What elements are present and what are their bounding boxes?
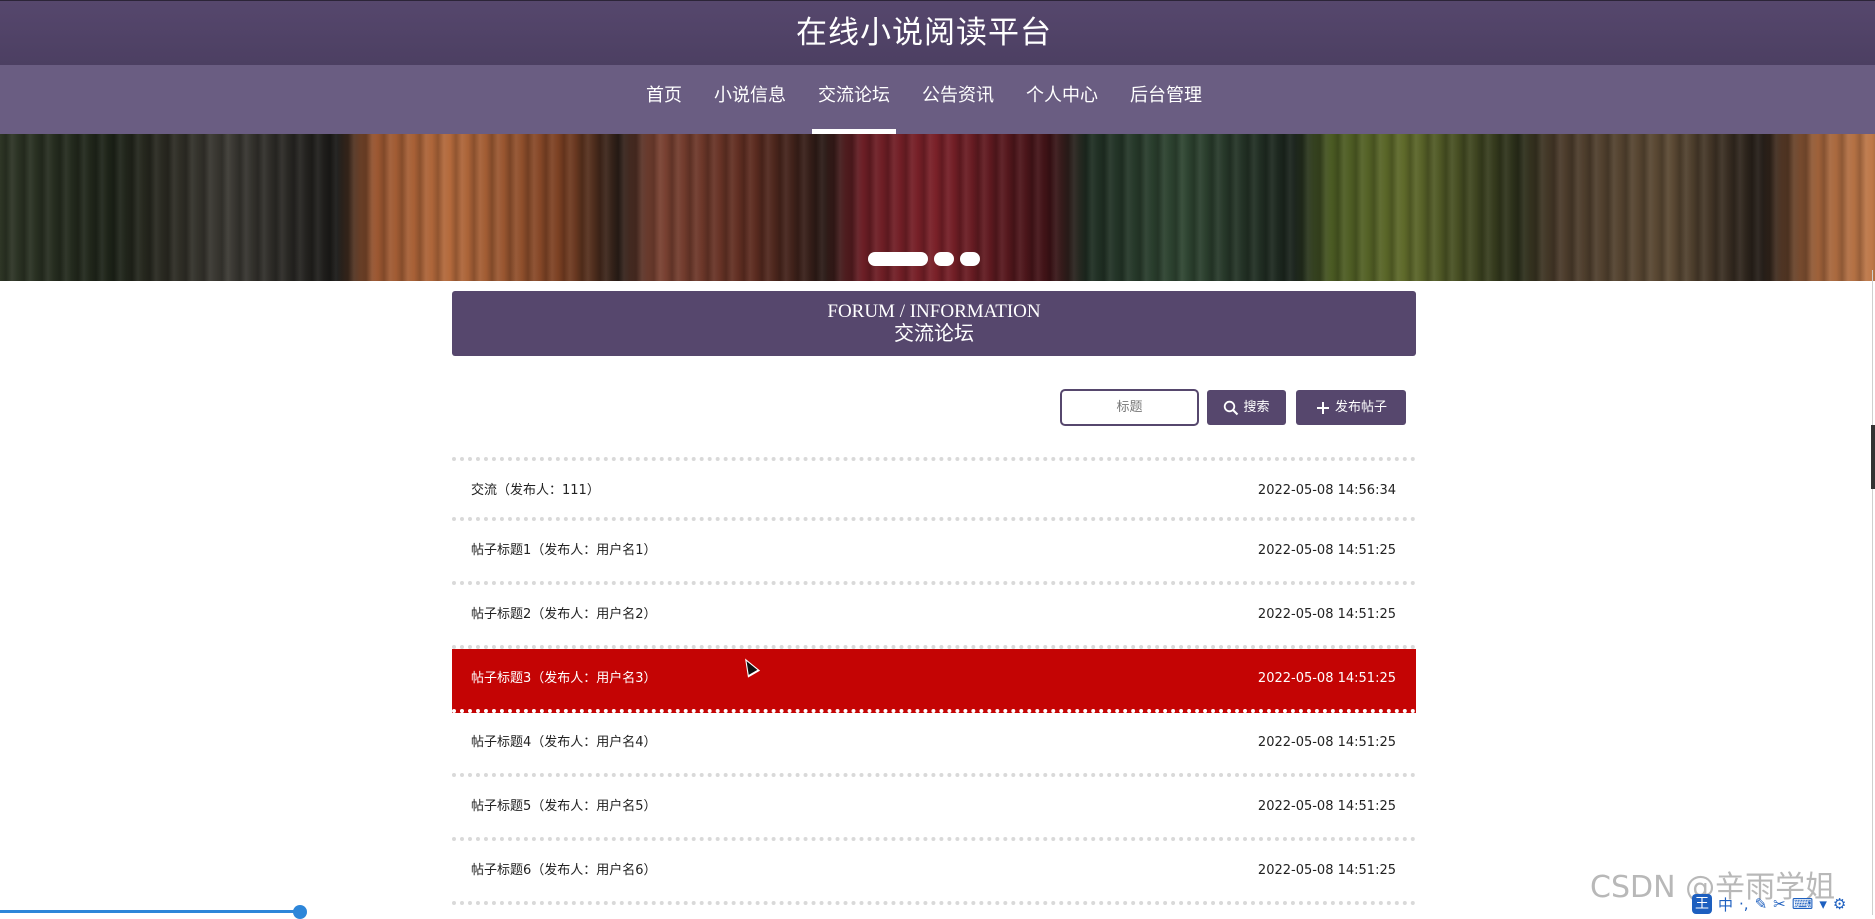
search-button[interactable]: 搜索 <box>1207 390 1286 425</box>
new-post-button-label: 发布帖子 <box>1334 400 1387 415</box>
search-input[interactable] <box>1060 389 1199 426</box>
search-icon <box>1224 400 1239 415</box>
carousel-dot[interactable] <box>934 252 954 266</box>
post-row[interactable]: 交流（发布人：111） 2022-05-08 14:56:34 <box>452 457 1416 521</box>
post-time: 2022-05-08 14:51:25 <box>1257 735 1396 750</box>
carousel-indicators <box>0 252 1848 266</box>
banner-carousel <box>0 134 1875 281</box>
carousel-dot[interactable] <box>868 252 928 266</box>
post-title: 帖子标题3（发布人：用户名3） <box>471 671 657 686</box>
page-progress-bar <box>0 910 300 913</box>
post-title: 帖子标题1（发布人：用户名1） <box>471 543 657 558</box>
nav-item-profile[interactable]: 个人中心 <box>1010 65 1114 134</box>
ime-pen-icon[interactable]: ✎ <box>1755 895 1768 913</box>
carousel-dot[interactable] <box>960 252 980 266</box>
ime-shirt-icon[interactable]: ▾ <box>1819 895 1827 913</box>
post-row[interactable]: 帖子标题5（发布人：用户名5） 2022-05-08 14:51:25 <box>452 777 1416 841</box>
post-title: 帖子标题2（发布人：用户名2） <box>471 607 657 622</box>
plus-icon <box>1316 401 1329 414</box>
post-time: 2022-05-08 14:56:34 <box>1257 483 1396 498</box>
post-row[interactable]: 帖子标题2（发布人：用户名2） 2022-05-08 14:51:25 <box>452 585 1416 649</box>
scrollbar-track[interactable] <box>1872 270 1873 915</box>
post-time: 2022-05-08 14:51:25 <box>1257 863 1396 878</box>
post-row[interactable]: 帖子标题6（发布人：用户名6） 2022-05-08 14:51:25 <box>452 841 1416 905</box>
post-time: 2022-05-08 14:51:25 <box>1257 799 1396 814</box>
section-title-cn: 交流论坛 <box>894 323 974 345</box>
new-post-button[interactable]: 发布帖子 <box>1296 390 1406 425</box>
ime-mode-indicator[interactable]: 中 <box>1718 894 1733 915</box>
section-title-en: FORUM / INFORMATION <box>827 301 1041 322</box>
main-nav: 首页 小说信息 交流论坛 公告资讯 个人中心 后台管理 <box>0 65 1875 134</box>
post-row[interactable]: 帖子标题1（发布人：用户名1） 2022-05-08 14:51:25 <box>452 521 1416 585</box>
scrollbar-thumb[interactable] <box>1871 425 1875 489</box>
ime-scissors-icon[interactable]: ✂ <box>1773 895 1786 913</box>
post-row[interactable]: 帖子标题4（发布人：用户名4） 2022-05-08 14:51:25 <box>452 713 1416 777</box>
post-time: 2022-05-08 14:51:25 <box>1257 607 1396 622</box>
ime-logo-icon: 王 <box>1692 894 1712 914</box>
search-button-label: 搜索 <box>1243 400 1270 415</box>
nav-item-novels[interactable]: 小说信息 <box>698 65 802 134</box>
site-title: 在线小说阅读平台 <box>796 15 1052 51</box>
ime-settings-icon[interactable]: ⚙ <box>1833 895 1846 913</box>
post-row[interactable]: 帖子标题3（发布人：用户名3） 2022-05-08 14:51:25 <box>452 649 1416 713</box>
ime-punctuation-icon[interactable]: ·, <box>1739 895 1749 913</box>
post-time: 2022-05-08 14:51:25 <box>1257 671 1396 686</box>
nav-item-home[interactable]: 首页 <box>630 65 698 134</box>
nav-item-forum[interactable]: 交流论坛 <box>802 65 906 134</box>
ime-keyboard-icon[interactable]: ⌨ <box>1792 895 1814 913</box>
post-title: 帖子标题5（发布人：用户名5） <box>471 799 657 814</box>
site-header: 在线小说阅读平台 <box>0 0 1875 65</box>
post-title: 交流（发布人：111） <box>471 483 600 498</box>
post-list: 交流（发布人：111） 2022-05-08 14:56:34 帖子标题1（发布… <box>452 457 1416 905</box>
nav-item-news[interactable]: 公告资讯 <box>906 65 1010 134</box>
post-time: 2022-05-08 14:51:25 <box>1257 543 1396 558</box>
post-title: 帖子标题6（发布人：用户名6） <box>471 863 657 878</box>
page-progress-knob <box>293 905 307 919</box>
nav-item-admin[interactable]: 后台管理 <box>1114 65 1218 134</box>
section-header: FORUM / INFORMATION 交流论坛 <box>452 291 1416 356</box>
post-title: 帖子标题4（发布人：用户名4） <box>471 735 657 750</box>
ime-toolbar[interactable]: 王 中 ·, ✎ ✂ ⌨ ▾ ⚙ <box>1692 893 1846 915</box>
